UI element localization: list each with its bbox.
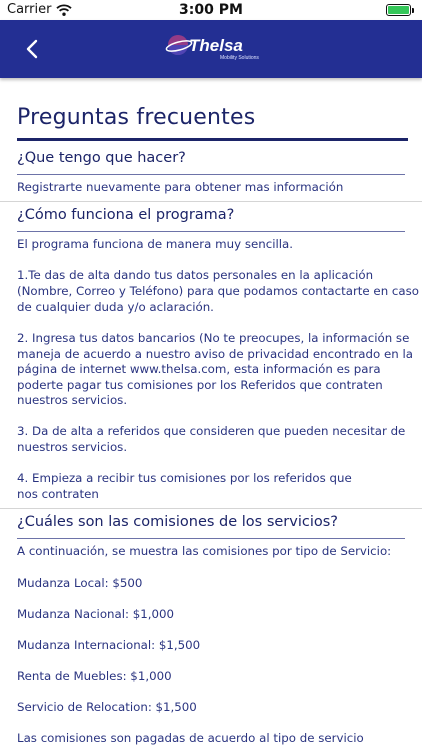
nav-bar: Thelsa Mobility Solutions <box>0 20 422 78</box>
faq-answer-3-footer: Las comisiones son pagadas de acuerdo al… <box>17 731 364 745</box>
faq-answer-2-intro: El programa funciona de manera muy senci… <box>17 237 294 251</box>
commission-item: Renta de Muebles: $1,000 <box>17 669 172 683</box>
question-1-underline <box>17 174 405 175</box>
commission-item: Mudanza Local: $500 <box>17 576 143 590</box>
faq-answer-3-intro: A continuación, se muestra las comisione… <box>17 544 392 558</box>
step-2-line-5: nuestros servicios. <box>17 393 128 407</box>
commission-item: Servicio de Relocation: $1,500 <box>17 700 197 714</box>
step-2-line-3: página de internet www.thelsa.com, esta … <box>17 362 381 376</box>
section-divider <box>0 508 422 509</box>
title-underline <box>17 138 408 141</box>
commission-item: Mudanza Nacional: $1,000 <box>17 607 175 621</box>
step-1-line-3: de cualquier duda y/o aclaración. <box>17 300 214 314</box>
step-2-line-2: maneja de acuerdo a nuestro aviso de pri… <box>17 347 413 361</box>
logo-tagline: Mobility Solutions <box>220 55 259 61</box>
faq-content[interactable]: Preguntas frecuentes ¿Que tengo que hace… <box>0 78 422 750</box>
status-bar: Carrier 3:00 PM <box>0 0 422 20</box>
section-divider <box>0 201 422 202</box>
battery-icon <box>386 4 411 16</box>
page-title: Preguntas frecuentes <box>17 105 256 130</box>
question-2-underline <box>17 231 405 232</box>
faq-answer-1: Registrarte nuevamente para obtener mas … <box>17 180 344 194</box>
clock: 3:00 PM <box>179 2 243 18</box>
faq-question-2: ¿Cómo funciona el programa? <box>17 207 235 223</box>
logo-wordmark: Thelsa <box>189 36 243 55</box>
battery-indicator <box>386 4 414 16</box>
chevron-left-icon <box>26 39 38 59</box>
step-3-line-2: nuestros servicios. <box>17 440 128 454</box>
step-2-line-4: poderte pagar tus comisiones por los Ref… <box>17 378 383 392</box>
question-3-underline <box>17 538 405 539</box>
step-1-line-1: 1.Te das de alta dando tus datos persona… <box>17 268 374 282</box>
battery-tip <box>412 7 414 13</box>
back-button[interactable] <box>18 34 46 64</box>
faq-question-3: ¿Cuáles son las comisiones de los servic… <box>17 514 339 530</box>
step-1-line-2: (Nombre, Correo y Teléfono) para que pod… <box>17 284 419 298</box>
brand-logo: Thelsa Mobility Solutions <box>165 30 265 64</box>
step-4-line-1: 4. Empieza a recibir tus comisiones por … <box>17 471 352 485</box>
commission-item: Mudanza Internacional: $1,500 <box>17 638 201 652</box>
step-4-line-2: nos contraten <box>17 487 99 501</box>
faq-question-1: ¿Que tengo que hacer? <box>17 150 186 166</box>
battery-level <box>388 6 409 14</box>
step-3-line-1: 3. Da de alta a referidos que consideren… <box>17 424 406 438</box>
step-2-line-1: 2. Ingresa tus datos bancarios (No te pr… <box>17 331 410 345</box>
